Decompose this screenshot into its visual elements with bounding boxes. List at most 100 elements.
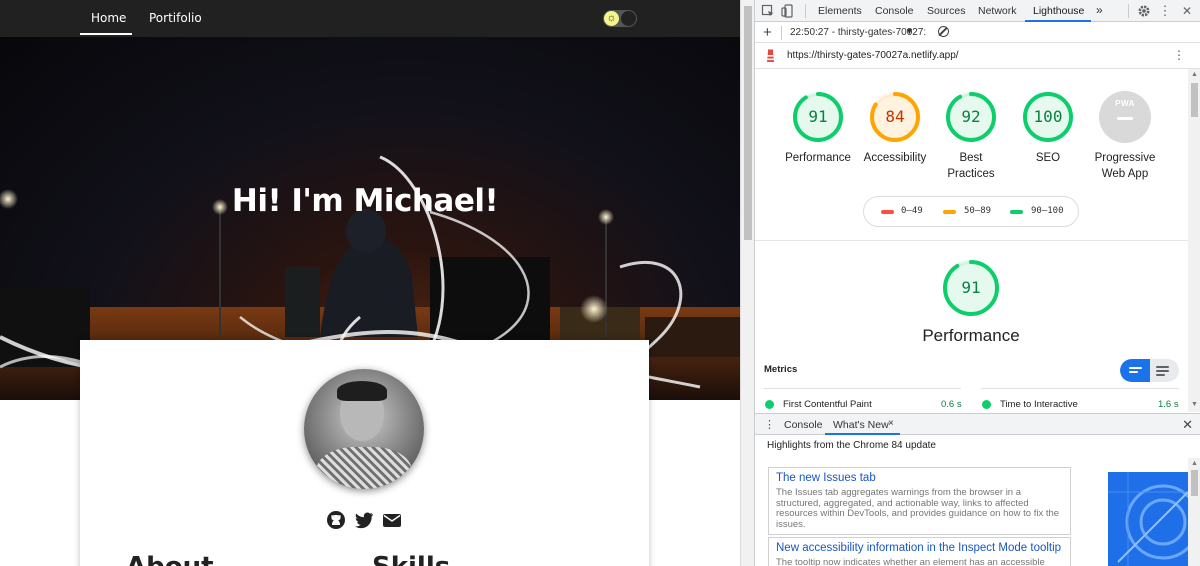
tab-sources[interactable]: Sources [927, 5, 966, 17]
skills-heading: Skills [372, 552, 450, 566]
gauge-label-text: SEO [1035, 152, 1061, 164]
whats-new-card-title[interactable]: New accessibility information in the Ins… [776, 542, 1061, 554]
gauge-accessibility[interactable]: 84 [868, 90, 922, 144]
settings-gear-icon[interactable] [1137, 4, 1151, 18]
scroll-up-arrow-icon[interactable]: ▲ [1191, 460, 1198, 467]
gauge-best-practices[interactable]: 92 [944, 90, 998, 144]
compact-view-line [1129, 367, 1142, 369]
hero-title: Hi! I'm Michael! [231, 183, 499, 219]
gauge-score: 91 [808, 107, 828, 126]
scroll-up-arrow-icon[interactable]: ▲ [1191, 71, 1198, 78]
nav-portfolio-link[interactable]: Portifolio [149, 11, 202, 25]
envelope-icon[interactable] [382, 510, 402, 530]
metric-value-fcp: 0.6 s [941, 399, 962, 410]
customize-menu-icon[interactable]: ⋮ [1158, 4, 1172, 18]
metric-pass-icon [765, 400, 774, 409]
report-menu-icon[interactable]: ⋮ [1173, 48, 1185, 62]
dropdown-arrow-icon[interactable]: ▼ [905, 26, 914, 36]
drawer-tab-console[interactable]: Console [784, 419, 823, 431]
page-scrollbar-thumb[interactable] [744, 6, 752, 240]
more-tabs-button[interactable]: » [1096, 3, 1103, 17]
metric-divider [764, 388, 961, 389]
tab-elements[interactable]: Elements [818, 5, 862, 17]
tab-network[interactable]: Network [978, 5, 1017, 17]
metric-name-tti: Time to Interactive [1000, 399, 1078, 410]
lighthouse-scrollbar-thumb[interactable] [1191, 83, 1198, 117]
twitter-icon[interactable] [354, 510, 374, 530]
legend-swatch-pass [1010, 210, 1023, 214]
drawer-tab-whats-new[interactable]: What's New [833, 419, 889, 431]
report-url[interactable]: https://thirsty-gates-70027a.netlify.app… [787, 50, 959, 61]
legend-range-average: 50–89 [964, 206, 992, 216]
metric-value-tti: 1.6 s [1158, 399, 1179, 410]
close-drawer-icon[interactable]: ✕ [1182, 417, 1193, 433]
scroll-down-arrow-icon[interactable]: ▼ [1191, 401, 1198, 408]
theme-toggle[interactable]: ☼ [603, 10, 637, 27]
tab-separator [805, 4, 806, 18]
lighthouse-scrollbar[interactable]: ▲ ▼ [1188, 69, 1200, 412]
whats-new-card[interactable]: The new Issues tab The Issues tab aggreg… [768, 467, 1071, 535]
metrics-view-toggle[interactable] [1120, 359, 1179, 382]
tab-separator [1128, 4, 1129, 18]
new-report-icon[interactable]: + [763, 24, 772, 41]
gauge-score: 92 [961, 107, 981, 126]
drawer-menu-icon[interactable]: ⋮ [764, 418, 775, 431]
legend-swatch-fail [881, 210, 894, 214]
legend-range-pass: 90–100 [1031, 206, 1064, 216]
device-toolbar-icon[interactable] [781, 4, 795, 18]
close-devtools-icon[interactable]: ✕ [1180, 4, 1194, 18]
whats-new-card-desc: The tooltip now indicates whether an ele… [776, 557, 1045, 566]
avatar [304, 369, 424, 489]
github-icon[interactable] [326, 510, 346, 530]
legend-swatch-average [943, 210, 956, 214]
expanded-view-line [1156, 366, 1169, 368]
metric-divider [981, 388, 1179, 389]
gauge-label-text: Performance [785, 152, 851, 164]
whats-new-heading: Highlights from the Chrome 84 update [767, 440, 936, 451]
sun-icon: ☼ [604, 11, 619, 26]
gauge-score: 84 [885, 107, 905, 126]
drawer-scrollbar-thumb[interactable] [1191, 470, 1198, 496]
gauge-seo[interactable]: 100 [1021, 90, 1075, 144]
drawer-scrollbar[interactable]: ▲ [1188, 458, 1200, 566]
gauge-label-pwa: Progressive Web App [1085, 150, 1165, 182]
category-title: Performance [922, 326, 1020, 345]
report-url-bar: https://thirsty-gates-70027a.netlify.app… [755, 43, 1200, 69]
gauge-label-line2: Web App [1101, 168, 1149, 180]
about-heading: About [126, 552, 214, 566]
score-legend: 0–49 50–89 90–100 [863, 196, 1079, 227]
avatar-shirt [316, 447, 412, 489]
gauge-label-line1: Best [959, 152, 983, 164]
devtools-panel: Elements Console Sources Network Lightho… [754, 0, 1200, 566]
clear-reports-icon[interactable] [938, 26, 949, 37]
gauge-label-performance: Performance [778, 150, 858, 166]
gauge-label-best-practices: Best Practices [931, 150, 1011, 182]
category-gauge-performance: 91 [941, 258, 1001, 318]
metrics-heading: Metrics [764, 364, 798, 375]
pwa-badge-text: PWA [1115, 99, 1135, 108]
compact-view-line [1129, 371, 1138, 373]
lighthouse-logo-icon [767, 49, 774, 62]
whats-new-card[interactable]: New accessibility information in the Ins… [768, 537, 1071, 566]
gauge-performance[interactable]: 91 [791, 90, 845, 144]
chrome-devtools-art-icon [1108, 472, 1188, 566]
gauge-score: 100 [1033, 107, 1063, 126]
metric-pass-icon [982, 400, 991, 409]
gauge-label-text: Accessibility [863, 152, 927, 164]
tab-console[interactable]: Console [875, 5, 914, 17]
toggle-knob [621, 11, 636, 26]
page-scrollbar[interactable] [740, 0, 754, 566]
close-tab-icon[interactable]: × [888, 418, 894, 429]
lighthouse-toolbar: + 22:50:27 - thirsty-gates-70027: ▼ [755, 22, 1200, 43]
tab-lighthouse[interactable]: Lighthouse [1033, 5, 1084, 17]
whats-new-illustration [1108, 472, 1188, 566]
gauge-label-line2: Practices [947, 168, 995, 180]
social-links [326, 510, 406, 530]
profile-card: About Skills [80, 340, 649, 566]
nav-home-link[interactable]: Home [91, 11, 126, 25]
gauge-pwa[interactable]: PWA [1098, 90, 1152, 144]
inspect-element-icon[interactable] [761, 4, 775, 18]
drawer-tabbar: ⋮ Console What's New × ✕ [755, 413, 1200, 435]
expanded-view-line [1156, 374, 1165, 376]
whats-new-card-title[interactable]: The new Issues tab [776, 472, 876, 484]
